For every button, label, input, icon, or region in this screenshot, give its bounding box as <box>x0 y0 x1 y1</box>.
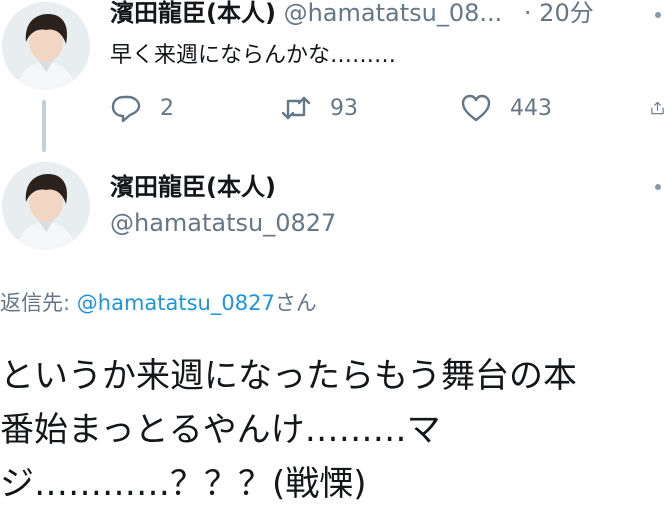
reply-count: 2 <box>160 95 174 121</box>
retweet-button[interactable]: 93 <box>280 88 358 128</box>
main-tweet-text: というか来週になったらもう舞台の本 番始まっとるやんけ………マ ジ…………？？？… <box>0 349 665 511</box>
more-options-icon[interactable] <box>655 12 661 18</box>
display-name[interactable]: 濱田龍臣(本人) <box>110 0 276 27</box>
retweet-arrows-icon <box>281 96 311 120</box>
main-tweet-name: 濱田龍臣(本人) <box>110 172 276 202</box>
speech-bubble-icon <box>111 95 141 123</box>
reply-to-line: 返信先: @hamatatsu_0827さん <box>0 288 317 318</box>
reply-to-mention[interactable]: @hamatatsu_0827 <box>77 291 275 315</box>
share-icon <box>651 101 664 115</box>
more-options-icon[interactable] <box>655 184 661 190</box>
like-button[interactable]: 443 <box>460 88 552 128</box>
separator-dot: · <box>523 0 532 27</box>
thread-connector <box>42 100 46 152</box>
tweet-text-line: 番始まっとるやんけ………マ <box>0 410 441 450</box>
profile-photo <box>2 162 90 250</box>
avatar[interactable] <box>2 162 90 250</box>
tweet-text-line: というか来週になったらもう舞台の本 <box>0 356 577 396</box>
heart-icon <box>461 94 491 122</box>
user-handle[interactable]: @hamatatsu_08... <box>284 0 503 27</box>
like-count: 443 <box>510 95 552 121</box>
main-tweet-handle: @hamatatsu_0827 <box>110 208 336 238</box>
user-handle[interactable]: @hamatatsu_0827 <box>110 209 336 237</box>
reply-to-suffix: さん <box>274 291 317 315</box>
tweet-actions: 2 93 443 <box>110 88 665 128</box>
parent-tweet-header: 濱田龍臣(本人) @hamatatsu_08... · 20分 <box>110 0 594 28</box>
reply-to-prefix: 返信先: <box>0 291 77 315</box>
share-button[interactable] <box>650 88 665 128</box>
parent-tweet-text: 早く来週にならんかな……… <box>110 43 397 68</box>
tweet-text-line: ジ…………？？？(戦慄) <box>0 464 367 504</box>
retweet-count: 93 <box>330 95 358 121</box>
timestamp[interactable]: 20分 <box>539 0 594 27</box>
reply-button[interactable]: 2 <box>110 88 174 128</box>
profile-photo <box>2 2 90 90</box>
avatar[interactable] <box>2 2 90 90</box>
display-name[interactable]: 濱田龍臣(本人) <box>110 173 276 201</box>
